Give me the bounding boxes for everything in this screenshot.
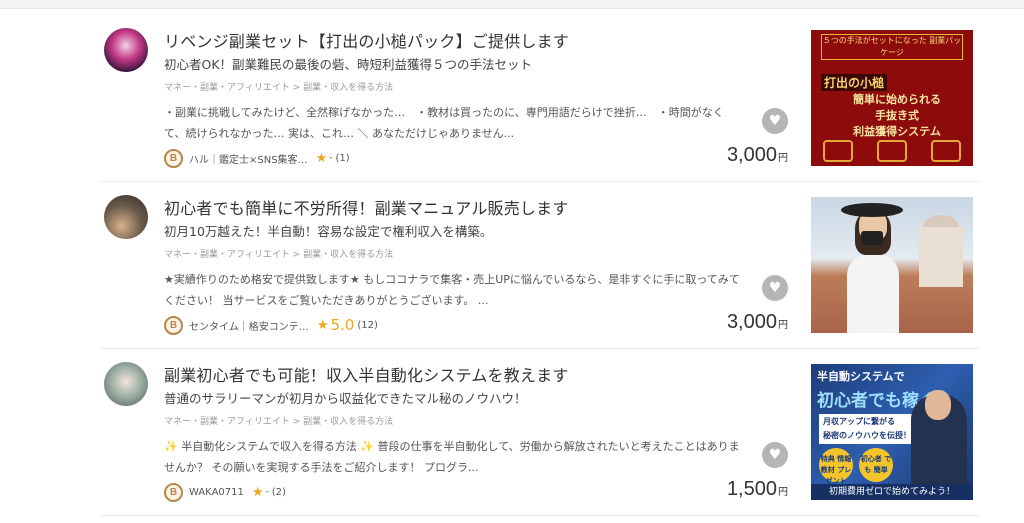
review-count: (2): [271, 486, 286, 498]
service-subtitle: 普通のサラリーマンが初月から収益化できたマル秘のノウハウ！: [164, 391, 527, 406]
category-breadcrumb[interactable]: マネー・副業・アフィリエイト > 副業・収入を得る方法: [164, 247, 393, 260]
service-description: ✨ 半自動化システムで収入を得る方法 ✨ 普段の仕事を半自動化して、労働から解放…: [164, 440, 740, 474]
heart-icon[interactable]: ♥: [762, 108, 788, 134]
rank-badge-icon: B: [164, 148, 183, 168]
thumbnail-ribbon: ５つの手法がセットになった 副業パッケージ: [821, 34, 963, 60]
body-shape: [847, 255, 899, 333]
seller-info: B WAKA0711 ★ - (2): [164, 482, 286, 502]
user-avatar-icon[interactable]: [104, 195, 148, 239]
price-value: 1,500: [726, 478, 777, 500]
top-bar: [0, 0, 1024, 9]
service-thumbnail[interactable]: 半自動システムで 初心者でも稼ぐ 月収アップに繋がる 秘密のノウハウを伝授！ 特…: [811, 364, 973, 500]
price: 3,000円: [727, 144, 788, 167]
person-head-shape: [925, 390, 951, 420]
rating-value: 5.0: [330, 316, 355, 334]
hat-shape: [841, 203, 903, 217]
category-breadcrumb[interactable]: マネー・副業・アフィリエイト > 副業・収入を得る方法: [164, 80, 393, 93]
star-icon: ★: [316, 317, 329, 333]
thumbnail-line: 手抜き式: [875, 109, 919, 122]
rating-value: -: [265, 487, 269, 497]
camera-icon: [861, 231, 883, 245]
seller-name[interactable]: WAKA0711: [189, 487, 244, 498]
service-subtitle: 初月10万越えた！半自動！容易な設定で権利収入を構築。: [164, 224, 493, 239]
star-icon: ★: [315, 150, 328, 166]
review-count: (1): [335, 152, 350, 164]
heart-icon[interactable]: ♥: [762, 275, 788, 301]
building-shape: [919, 227, 963, 287]
service-card[interactable]: 副業初心者でも可能！収入半自動化システムを教えます 普通のサラリーマンが初月から…: [100, 350, 980, 516]
service-thumbnail[interactable]: [811, 197, 973, 333]
thumbnail-main-text: 打出の小槌: [821, 74, 888, 91]
easy-badge: 初心者 でも 簡単: [859, 448, 893, 482]
service-title[interactable]: リベンジ副業セット【打出の小槌パック】ご提供します: [164, 28, 569, 52]
service-card[interactable]: リベンジ副業セット【打出の小槌パック】ご提供します 初心者OK！副業難民の最後の…: [100, 16, 980, 182]
seller-name[interactable]: センタイム｜格安コンテ…: [189, 318, 309, 333]
review-count: (12): [357, 319, 378, 331]
price: 1,500円: [727, 478, 788, 501]
seller-info: B ハル｜鑑定士×SNS集客… ★ - (1): [164, 148, 350, 168]
price-unit: 円: [778, 320, 788, 331]
price-value: 3,000: [726, 311, 777, 333]
thumbnail-line: 簡単に始められる: [853, 93, 941, 106]
star-icon: ★: [251, 484, 264, 500]
rank-badge-icon: B: [164, 482, 183, 502]
seller-info: B センタイム｜格安コンテ… ★ 5.0 (12): [164, 315, 378, 335]
price-unit: 円: [778, 153, 788, 164]
trophy-icon: [877, 140, 907, 162]
service-subtitle: 初心者OK！副業難民の最後の砦、時短利益獲得５つの手法セット: [164, 57, 533, 72]
service-description: ・副業に挑戦してみたけど、全然稼げなかった… ・教材は買ったのに、専門用語だらけ…: [164, 106, 724, 140]
gear-icon: [823, 140, 853, 162]
rating-value: -: [329, 153, 333, 163]
rank-badge-icon: B: [164, 315, 183, 335]
thumbnail-box-line: 月収アップに繋がる: [823, 417, 895, 426]
price-unit: 円: [778, 487, 788, 498]
category-breadcrumb[interactable]: マネー・副業・アフィリエイト > 副業・収入を得る方法: [164, 414, 393, 427]
price-value: 3,000: [726, 144, 777, 166]
thumbnail-heading: 半自動システムで: [817, 370, 905, 383]
thumbnail-box: 月収アップに繋がる 秘密のノウハウを伝授！: [819, 414, 919, 444]
price: 3,000円: [727, 311, 788, 334]
service-description: ★実績作りのため格安で提供致します★ もしココナラで集客・売上UPに悩んでいるな…: [164, 273, 740, 307]
seller-name[interactable]: ハル｜鑑定士×SNS集客…: [189, 151, 308, 166]
thumbnail-line: 利益獲得システム: [853, 125, 941, 138]
user-avatar-icon[interactable]: [104, 28, 148, 72]
thumbnail-lines: 簡単に始められる 手抜き式 利益獲得システム: [837, 92, 957, 140]
heart-icon[interactable]: ♥: [762, 442, 788, 468]
gift-icon: [931, 140, 961, 162]
service-card[interactable]: 初心者でも簡単に不労所得！副業マニュアル販売します 初月10万越えた！半自動！容…: [100, 183, 980, 349]
service-title[interactable]: 初心者でも簡単に不労所得！副業マニュアル販売します: [164, 195, 569, 219]
thumbnail-box-line: 秘密のノウハウを伝授！: [823, 431, 911, 440]
thumbnail-footer: 初期費用ゼロで始めてみよう！: [811, 484, 973, 500]
user-avatar-icon[interactable]: [104, 362, 148, 406]
service-title[interactable]: 副業初心者でも可能！収入半自動化システムを教えます: [164, 362, 569, 386]
service-thumbnail[interactable]: ５つの手法がセットになった 副業パッケージ 打出の小槌 簡単に始められる 手抜き…: [811, 30, 973, 166]
bonus-badge: 特典 情報教材 プレゼント: [819, 448, 853, 485]
